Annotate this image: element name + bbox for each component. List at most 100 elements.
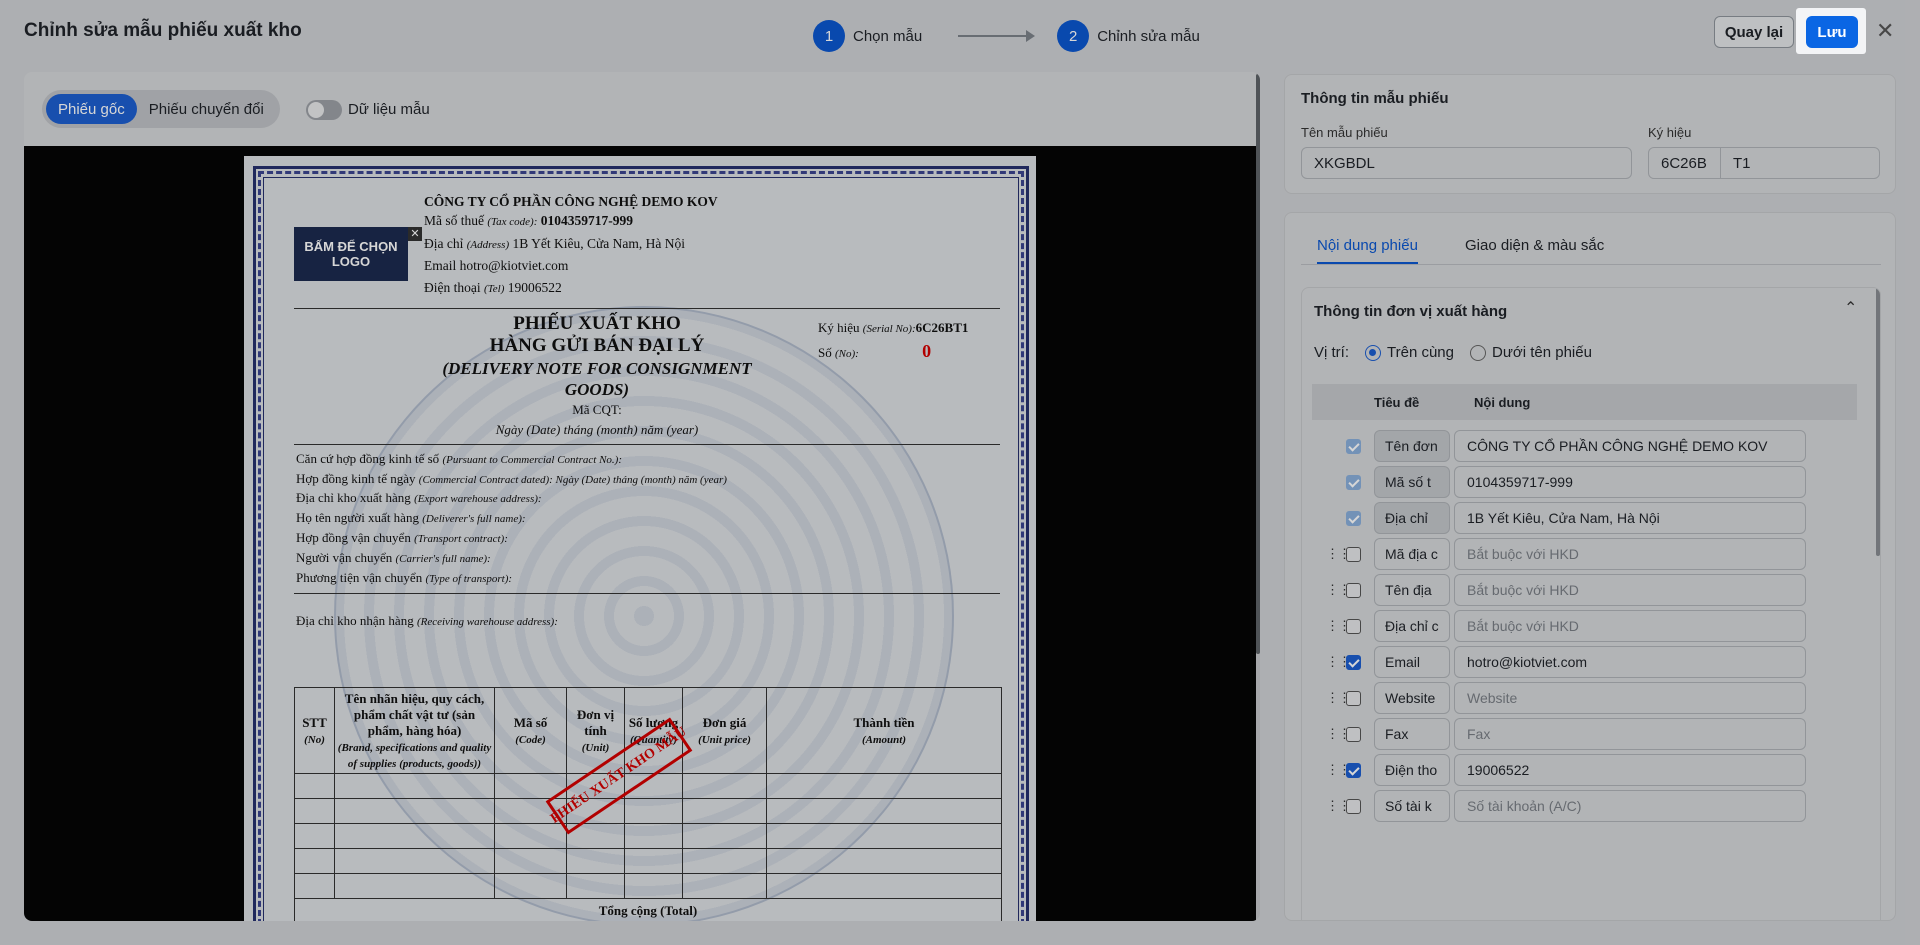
tab-converted[interactable]: Phiếu chuyển đổi [137, 94, 276, 124]
settings-scrollbar[interactable] [1876, 288, 1880, 556]
field-checkbox[interactable] [1346, 727, 1361, 742]
field-checkbox[interactable] [1346, 511, 1361, 526]
tax-line: Mã số thuế (Tax code): 0104359717-999 [424, 213, 633, 228]
cqt-code: Mã CQT: [572, 402, 622, 417]
field-value-input[interactable]: 1B Yết Kiêu, Cửa Nam, Hà Nội [1454, 502, 1806, 534]
company-name: CÔNG TY CỔ PHẦN CÔNG NGHỆ DEMO KOV [424, 194, 718, 209]
doc-field: Họ tên người xuất hàng (Deliverer's full… [296, 510, 526, 525]
symbol-prefix: 6C26B [1649, 148, 1721, 178]
field-value-input[interactable]: Website [1454, 682, 1806, 714]
field-row: ⋮⋮ Fax Fax [1312, 716, 1857, 752]
field-title-input[interactable]: Tên đơn [1374, 430, 1450, 462]
preview-scrollbar[interactable] [1256, 72, 1260, 921]
top-bar: Chỉnh sửa mẫu phiếu xuất kho 1 Chọn mẫu … [0, 0, 1920, 66]
template-name-label: Tên mẫu phiếu [1301, 125, 1388, 140]
divider [294, 308, 1000, 309]
symbol-input[interactable]: 6C26B T1 [1648, 147, 1880, 179]
tab-content[interactable]: Nội dung phiếu [1317, 237, 1418, 264]
chevron-up-icon[interactable]: ⌃ [1844, 298, 1857, 318]
document-paper: BẤM ĐỂ CHỌN LOGO ✕ CÔNG TY CỔ PHẦN CÔNG … [244, 156, 1036, 921]
section-title: Thông tin đơn vị xuất hàng [1314, 303, 1508, 320]
field-value-input[interactable]: Bắt buộc với HKD [1454, 574, 1806, 606]
doc-field: Hợp đồng kinh tế ngày (Commercial Contra… [296, 471, 727, 486]
field-value-input[interactable]: Bắt buộc với HKD [1454, 538, 1806, 570]
doc-title-en-2: GOODS) [564, 380, 630, 399]
receiving-warehouse: Địa chỉ kho nhận hàng (Receiving warehou… [296, 613, 558, 628]
tab-appearance[interactable]: Giao diện & màu sắc [1465, 237, 1604, 254]
field-title-input[interactable]: Địa chỉ [1374, 502, 1450, 534]
tab-original[interactable]: Phiếu gốc [46, 94, 137, 124]
preview-scrollbar-thumb[interactable] [1256, 74, 1260, 654]
content-settings-card: Nội dung phiếu Giao diện & màu sắc Thông… [1284, 212, 1896, 921]
field-checkbox[interactable] [1346, 475, 1361, 490]
field-value-input[interactable]: Số tài khoản (A/C) [1454, 790, 1806, 822]
stepper: 1 Chọn mẫu 2 Chỉnh sửa mẫu [813, 20, 1200, 52]
email-line: Email hotro@kiotviet.com [424, 258, 569, 273]
field-checkbox[interactable] [1346, 799, 1361, 814]
table-row [294, 823, 1002, 849]
step-arrow-icon [958, 30, 1036, 42]
field-checkbox[interactable] [1346, 619, 1361, 634]
field-row: ⋮⋮ Mã địa c Bắt buộc với HKD [1312, 536, 1857, 572]
goods-table: STT (No) Tên nhãn hiệu, quy cách, phẩm ch… [294, 687, 1002, 921]
close-icon[interactable]: ✕ [1876, 18, 1894, 44]
save-button-highlight: Lưu [1796, 8, 1866, 54]
field-title-input[interactable]: Email [1374, 646, 1450, 678]
logo-upload[interactable]: BẤM ĐỂ CHỌN LOGO [294, 227, 408, 281]
back-button[interactable]: Quay lại [1714, 16, 1794, 48]
doc-date: Ngày (Date) tháng (month) năm (year) [495, 422, 699, 437]
serial-line: Ký hiệu (Serial No):6C26BT1 [818, 320, 969, 335]
save-button[interactable]: Lưu [1806, 16, 1858, 48]
field-value-input[interactable]: Fax [1454, 718, 1806, 750]
field-row: Mã số t 0104359717-999 [1312, 464, 1857, 500]
radio-below-title[interactable] [1470, 344, 1486, 361]
field-title-input[interactable]: Website [1374, 682, 1450, 714]
page-title: Chỉnh sửa mẫu phiếu xuất kho [24, 20, 302, 41]
symbol-value[interactable]: T1 [1721, 148, 1763, 178]
field-value-input[interactable]: 0104359717-999 [1454, 466, 1806, 498]
logo-remove-icon[interactable]: ✕ [408, 227, 422, 241]
field-checkbox[interactable] [1346, 655, 1361, 670]
col-content-header: Nội dung [1474, 395, 1531, 410]
field-title-input[interactable]: Điện tho [1374, 754, 1450, 786]
radio-below-title-label[interactable]: Dưới tên phiếu [1492, 344, 1592, 361]
col-amount: Thành tiền (Amount) [766, 687, 1002, 774]
doc-field: Phương tiện vận chuyển (Type of transpor… [296, 570, 513, 585]
fields-table-header: Tiêu đề Nội dung [1312, 384, 1857, 420]
table-row [294, 873, 1002, 899]
radio-top[interactable] [1365, 344, 1382, 361]
radio-top-label[interactable]: Trên cùng [1387, 344, 1454, 361]
divider [294, 444, 1000, 445]
field-checkbox[interactable] [1346, 547, 1361, 562]
field-checkbox[interactable] [1346, 439, 1361, 454]
doc-subtitle: HÀNG GỬI BÁN ĐẠI LÝ [489, 335, 705, 356]
field-checkbox[interactable] [1346, 763, 1361, 778]
field-title-input[interactable]: Mã địa c [1374, 538, 1450, 570]
field-title-input[interactable]: Tên địa [1374, 574, 1450, 606]
number-line: Số (No): 0 [818, 341, 932, 361]
field-row: ⋮⋮ Địa chỉ c Bắt buộc với HKD [1312, 608, 1857, 644]
col-title-header: Tiêu đề [1374, 395, 1420, 410]
field-value-input[interactable]: hotro@kiotviet.com [1454, 646, 1806, 678]
field-title-input[interactable]: Mã số t [1374, 466, 1450, 498]
sample-data-toggle[interactable] [306, 100, 342, 120]
field-checkbox[interactable] [1346, 583, 1361, 598]
template-info-title: Thông tin mẫu phiếu [1301, 90, 1449, 107]
document-preview: BẤM ĐỂ CHỌN LOGO ✕ CÔNG TY CỔ PHẦN CÔNG … [24, 146, 1256, 921]
field-value-input[interactable]: Bắt buộc với HKD [1454, 610, 1806, 642]
table-row [294, 848, 1002, 874]
field-title-input[interactable]: Fax [1374, 718, 1450, 750]
field-value-input[interactable]: 19006522 [1454, 754, 1806, 786]
doc-field: Địa chỉ kho xuất hàng (Export warehouse … [296, 490, 542, 505]
field-value-input[interactable]: CÔNG TY CỔ PHẦN CÔNG NGHỆ DEMO KOV [1454, 430, 1806, 462]
issuer-section: Thông tin đơn vị xuất hàng ⌃ Vị trí: Trê… [1301, 287, 1881, 920]
preview-panel: Phiếu gốc Phiếu chuyển đổi Dữ liệu mẫu B… [24, 72, 1260, 921]
field-title-input[interactable]: Số tài k [1374, 790, 1450, 822]
col-no: STT (No) [294, 687, 335, 774]
doc-field: Hợp đồng vận chuyển (Transport contract)… [296, 530, 508, 545]
position-label: Vị trí: [1314, 344, 1350, 361]
template-name-input[interactable]: XKGBDL [1301, 147, 1632, 179]
symbol-label: Ký hiệu [1648, 125, 1692, 140]
field-title-input[interactable]: Địa chỉ c [1374, 610, 1450, 642]
field-checkbox[interactable] [1346, 691, 1361, 706]
